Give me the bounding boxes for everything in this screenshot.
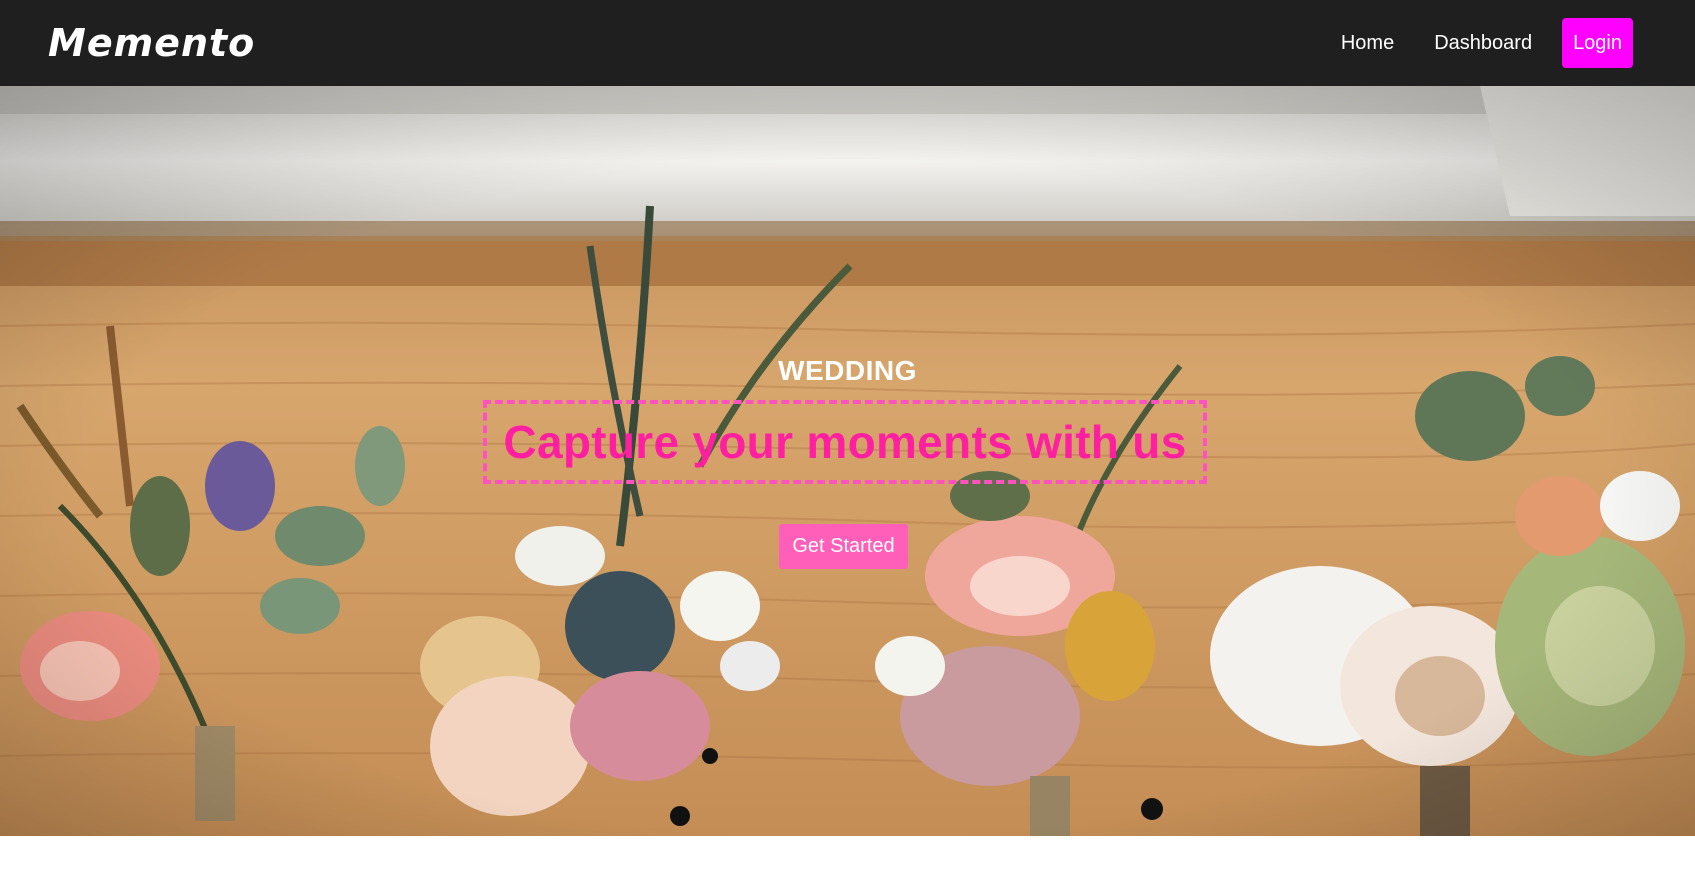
nav-link-dashboard[interactable]: Dashboard bbox=[1434, 32, 1532, 55]
get-started-button[interactable]: Get Started bbox=[779, 524, 908, 569]
hero-headline: Capture your moments with us bbox=[503, 416, 1187, 468]
nav-link-home[interactable]: Home bbox=[1341, 32, 1394, 55]
nav-links: Home Dashboard Login bbox=[1341, 18, 1633, 68]
navbar: Memento Home Dashboard Login bbox=[0, 0, 1695, 86]
hero-headline-box: Capture your moments with us bbox=[483, 400, 1207, 484]
hero-section: WEDDING Capture your moments with us Get… bbox=[0, 86, 1695, 836]
brand-logo[interactable]: Memento bbox=[48, 21, 255, 65]
hero-eyebrow: WEDDING bbox=[778, 355, 917, 386]
hero-content: WEDDING Capture your moments with us Get… bbox=[0, 86, 1695, 836]
login-button[interactable]: Login bbox=[1562, 18, 1633, 68]
